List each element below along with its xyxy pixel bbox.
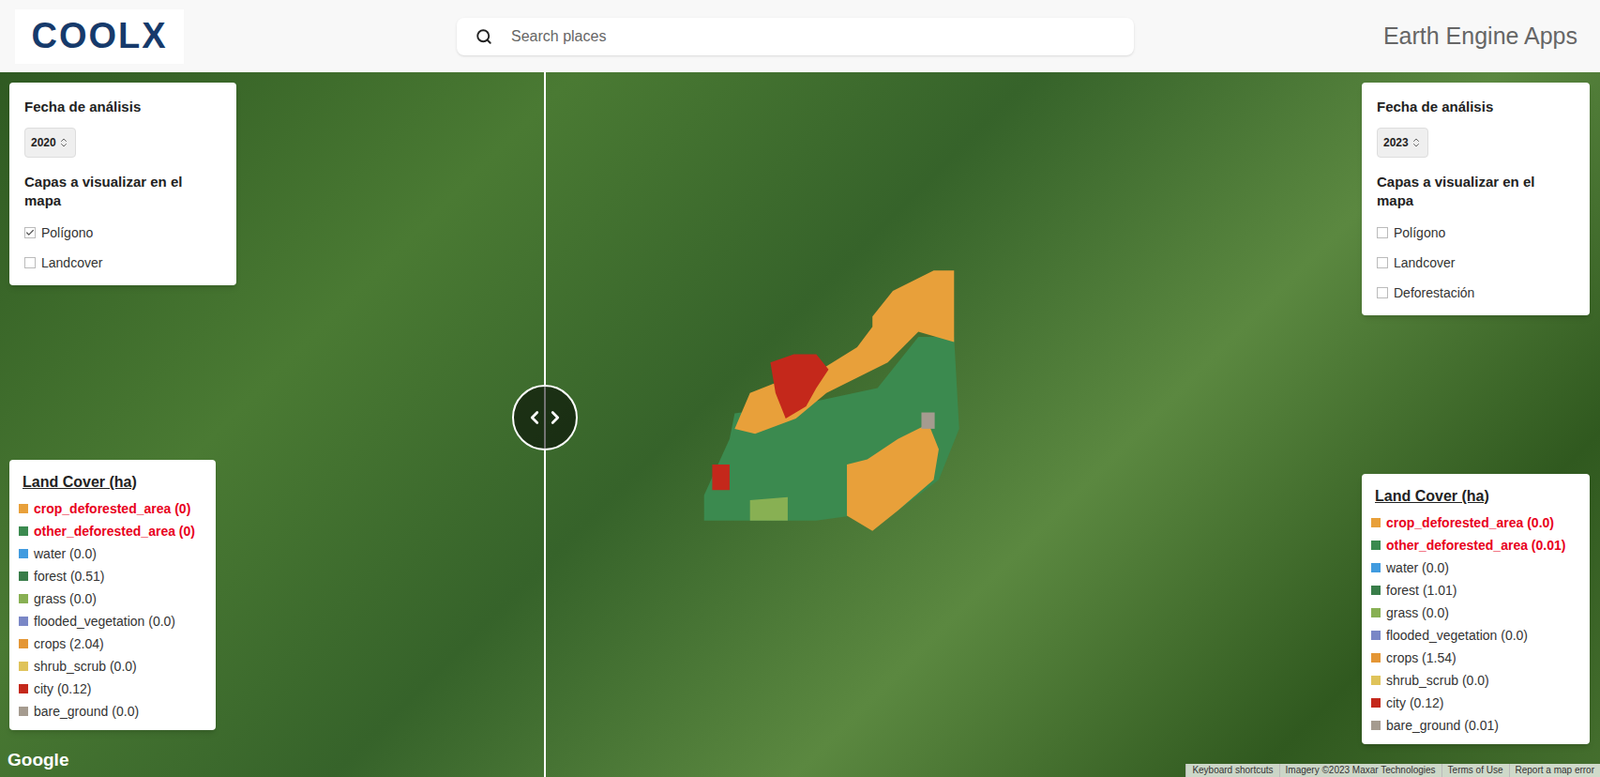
legend-swatch — [18, 503, 29, 514]
layer-checkbox[interactable]: Polígono — [24, 221, 222, 244]
search-field[interactable]: Search places — [456, 17, 1134, 56]
legend-swatch — [1371, 720, 1381, 730]
search-icon — [475, 28, 493, 46]
legend-item: shrub_scrub (0.0) — [18, 654, 207, 678]
spinner-icon — [58, 136, 70, 149]
legend-item: city (0.12) — [18, 677, 207, 700]
legend-item: forest (0.51) — [18, 564, 207, 588]
legend-item: shrub_scrub (0.0) — [1371, 668, 1581, 692]
legend-swatch — [18, 661, 29, 671]
legend-swatch — [18, 593, 29, 604]
attribution-link[interactable]: Report a map error — [1509, 763, 1600, 777]
attribution-link[interactable]: Keyboard shortcuts — [1185, 763, 1279, 777]
legend-swatch — [1371, 562, 1381, 573]
logo[interactable]: COOLX — [15, 9, 184, 64]
chevron-left-icon — [524, 407, 545, 428]
spinner-icon — [1410, 136, 1422, 149]
layer-checkbox[interactable]: Landcover — [1376, 251, 1575, 274]
legend-swatch — [1371, 540, 1381, 550]
year-select[interactable]: 2020 — [24, 127, 76, 158]
legend-item: flooded_vegetation (0.0) — [18, 609, 207, 633]
control-panel: Fecha de análisis 2020 Capas a visualizar … — [9, 82, 237, 286]
layers-label: Capas a visualizar en el mapa — [24, 172, 222, 211]
date-label: Fecha de análisis — [1376, 97, 1575, 117]
checkbox-box[interactable] — [24, 226, 36, 239]
landcover-overlay — [0, 72, 1600, 777]
legend-item: bare_ground (0.0) — [18, 699, 207, 723]
check-icon — [25, 226, 35, 239]
layer-checkbox[interactable]: Landcover — [24, 251, 222, 274]
legend-swatch — [18, 683, 29, 694]
layers-label: Capas a visualizar en el mapa — [1376, 172, 1575, 211]
top-bar: COOLX Search places Earth Engine Apps — [0, 0, 1600, 73]
legend-swatch — [18, 548, 29, 559]
legend: Land Cover (ha) crop_deforested_area (0)o… — [9, 459, 216, 730]
legend-swatch — [1371, 652, 1381, 663]
legend-swatch — [1371, 697, 1381, 708]
year-select[interactable]: 2023 — [1376, 127, 1429, 158]
legend-item: water (0.0) — [1371, 556, 1581, 579]
legend-item: bare_ground (0.01) — [1371, 713, 1581, 737]
attribution-bar: Keyboard shortcutsImagery ©2023 Maxar Te… — [1185, 763, 1600, 777]
checkbox-box[interactable] — [1376, 286, 1389, 299]
layer-checkbox[interactable]: Deforestación — [1376, 281, 1575, 304]
control-panel: Fecha de análisis 2023 Capas a visualizar … — [1361, 82, 1590, 316]
app: COOLX Search places Earth Engine Apps Fecha… — [0, 0, 1600, 777]
chevron-right-icon — [544, 407, 566, 428]
legend-swatch — [18, 571, 29, 581]
legend-item: grass (0.0) — [1371, 601, 1581, 624]
map[interactable]: Fecha de análisis 2020 Capas a visualizar … — [0, 72, 1600, 777]
checkbox-box[interactable] — [24, 256, 36, 269]
legend-swatch — [1371, 585, 1381, 595]
legend-swatch — [18, 638, 29, 649]
checkbox-box[interactable] — [1376, 256, 1389, 269]
legend-title: Land Cover (ha) — [18, 470, 207, 494]
legend-swatch — [18, 526, 29, 536]
legend-item: flooded_vegetation (0.0) — [1371, 623, 1581, 647]
layer-checkbox[interactable]: Polígono — [1376, 221, 1575, 244]
legend-swatch — [1371, 675, 1381, 685]
legend: Land Cover (ha) crop_deforested_area (0.0… — [1361, 473, 1590, 744]
legend-item: other_deforested_area (0.01) — [1371, 533, 1581, 557]
legend-item: crops (2.04) — [18, 632, 207, 655]
legend-swatch — [18, 706, 29, 716]
legend-swatch — [18, 616, 29, 626]
attribution-link[interactable]: Terms of Use — [1441, 763, 1510, 777]
legend-item: other_deforested_area (0) — [18, 519, 207, 543]
google-logo: Google — [7, 746, 69, 774]
legend-swatch — [1371, 630, 1381, 640]
legend-item: water (0.0) — [18, 542, 207, 565]
attribution-link[interactable]: Imagery ©2023 Maxar Technologies — [1279, 763, 1442, 777]
checkbox-box[interactable] — [1376, 226, 1389, 239]
legend-item: forest (1.01) — [1371, 578, 1581, 602]
date-label: Fecha de análisis — [24, 97, 222, 117]
legend-swatch — [1371, 607, 1381, 618]
legend-swatch — [1371, 517, 1381, 528]
legend-item: crop_deforested_area (0.0) — [1371, 511, 1581, 534]
swipe-handle[interactable] — [512, 384, 578, 451]
legend-item: crops (1.54) — [1371, 646, 1581, 669]
legend-item: crop_deforested_area (0) — [18, 497, 207, 520]
legend-title: Land Cover (ha) — [1371, 484, 1581, 508]
legend-item: city (0.12) — [1371, 691, 1581, 714]
legend-item: grass (0.0) — [18, 587, 207, 610]
app-title: Earth Engine Apps — [1359, 18, 1585, 55]
